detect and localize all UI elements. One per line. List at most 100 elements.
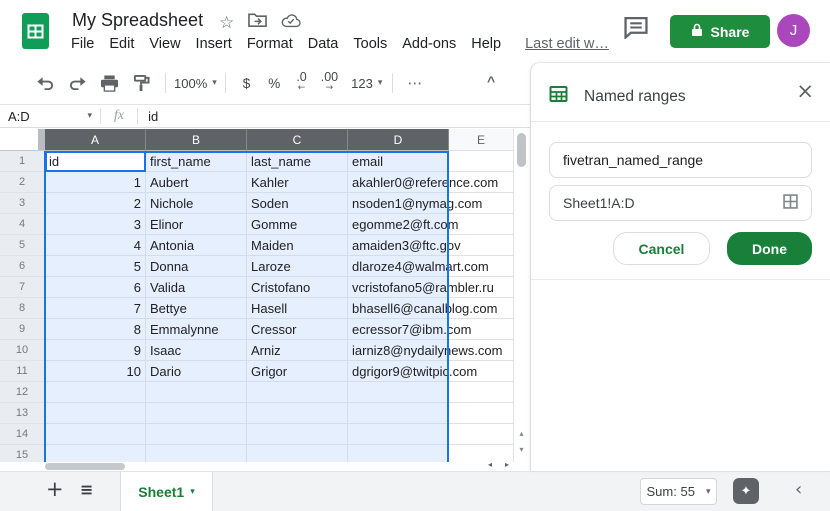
row-header-1[interactable]: 1 [0, 151, 45, 172]
row-header-2[interactable]: 2 [0, 172, 45, 193]
row-header-3[interactable]: 3 [0, 193, 45, 214]
range-ref-input[interactable]: Sheet1!A:D [549, 185, 812, 221]
cell-D11[interactable]: dgrigor9@twitpic.com [348, 361, 449, 382]
cell-C12[interactable] [247, 382, 348, 403]
zoom-select[interactable]: 100% ▾ [174, 76, 217, 91]
cell-E4[interactable] [449, 214, 514, 235]
cell-D2[interactable]: akahler0@reference.com [348, 172, 449, 193]
cell-E12[interactable] [449, 382, 514, 403]
column-header-D[interactable]: D [348, 129, 449, 151]
format-currency-button[interactable]: $ [243, 76, 251, 91]
cell-C9[interactable]: Cressor [247, 319, 348, 340]
last-edit-link[interactable]: Last edit w… [525, 36, 609, 52]
range-name-input[interactable]: fivetran_named_range [549, 142, 812, 178]
column-header-E[interactable]: E [449, 129, 514, 151]
format-percent-button[interactable]: % [268, 76, 280, 91]
row-header-12[interactable]: 12 [0, 382, 45, 403]
cell-C11[interactable]: Grigor [247, 361, 348, 382]
select-data-range-icon[interactable] [783, 194, 798, 212]
row-header-6[interactable]: 6 [0, 256, 45, 277]
decrease-decimal-button[interactable]: .0 ← [296, 72, 306, 94]
explore-button[interactable]: ✦ [733, 478, 759, 504]
cell-A3[interactable]: 2 [45, 193, 146, 214]
cell-D9[interactable]: ecressor7@ibm.com [348, 319, 449, 340]
done-button[interactable]: Done [727, 232, 812, 265]
horizontal-scrollbar[interactable]: ◂ ▸ [0, 462, 530, 471]
formula-input[interactable]: id [138, 109, 158, 124]
cell-A11[interactable]: 10 [45, 361, 146, 382]
menu-edit[interactable]: Edit [109, 36, 134, 52]
row-header-11[interactable]: 11 [0, 361, 45, 382]
scroll-up-icon[interactable]: ▴ [514, 429, 529, 438]
scroll-down-icon[interactable]: ▾ [514, 445, 529, 454]
sheet-tab[interactable]: Sheet1 ▾ [120, 472, 213, 511]
row-header-5[interactable]: 5 [0, 235, 45, 256]
more-formats-button[interactable]: 123 ▾ [351, 76, 382, 91]
cell-C4[interactable]: Gomme [247, 214, 348, 235]
cell-D13[interactable] [348, 403, 449, 424]
cell-D3[interactable]: nsoden1@nymag.com [348, 193, 449, 214]
cell-D6[interactable]: dlaroze4@walmart.com [348, 256, 449, 277]
horizontal-scrollbar-thumb[interactable] [45, 463, 125, 470]
cell-A6[interactable]: 5 [45, 256, 146, 277]
cell-B10[interactable]: Isaac [146, 340, 247, 361]
cell-C3[interactable]: Soden [247, 193, 348, 214]
share-button[interactable]: Share [670, 15, 770, 48]
cell-A9[interactable]: 8 [45, 319, 146, 340]
cell-A1[interactable]: id [45, 151, 146, 172]
cloud-saved-icon[interactable] [281, 13, 301, 33]
column-header-B[interactable]: B [146, 129, 247, 151]
cell-B11[interactable]: Dario [146, 361, 247, 382]
increase-decimal-button[interactable]: .00 → [321, 72, 338, 94]
cell-D4[interactable]: egomme2@ft.com [348, 214, 449, 235]
menu-data[interactable]: Data [308, 36, 339, 52]
select-all-corner[interactable] [0, 129, 45, 151]
row-header-10[interactable]: 10 [0, 340, 45, 361]
paint-format-button[interactable] [129, 71, 153, 95]
cell-C15[interactable] [247, 445, 348, 462]
row-header-13[interactable]: 13 [0, 403, 45, 424]
column-header-C[interactable]: C [247, 129, 348, 151]
menu-tools[interactable]: Tools [353, 36, 387, 52]
all-sheets-menu-button[interactable]: ≡ [80, 480, 93, 499]
cell-A5[interactable]: 4 [45, 235, 146, 256]
cell-C8[interactable]: Hasell [247, 298, 348, 319]
vertical-scrollbar-thumb[interactable] [517, 133, 526, 167]
menu-help[interactable]: Help [471, 36, 501, 52]
cell-E14[interactable] [449, 424, 514, 445]
scroll-right-icon[interactable]: ▸ [505, 460, 509, 469]
cell-A14[interactable] [45, 424, 146, 445]
cell-C14[interactable] [247, 424, 348, 445]
cell-A10[interactable]: 9 [45, 340, 146, 361]
document-title[interactable]: My Spreadsheet [72, 10, 203, 31]
cell-B7[interactable]: Valida [146, 277, 247, 298]
cell-B13[interactable] [146, 403, 247, 424]
menu-view[interactable]: View [149, 36, 180, 52]
cell-D7[interactable]: vcristofano5@rambler.ru [348, 277, 449, 298]
cell-B8[interactable]: Bettye [146, 298, 247, 319]
cell-D15[interactable] [348, 445, 449, 462]
add-sheet-button[interactable]: + [46, 477, 64, 501]
vertical-scrollbar[interactable]: ▴ ▾ [513, 129, 530, 462]
cell-B6[interactable]: Donna [146, 256, 247, 277]
cell-D14[interactable] [348, 424, 449, 445]
cell-D5[interactable]: amaiden3@ftc.gov [348, 235, 449, 256]
row-header-15[interactable]: 15 [0, 445, 45, 462]
move-to-folder-icon[interactable] [248, 12, 267, 33]
row-header-8[interactable]: 8 [0, 298, 45, 319]
cell-E13[interactable] [449, 403, 514, 424]
cell-C10[interactable]: Arniz [247, 340, 348, 361]
cell-B4[interactable]: Elinor [146, 214, 247, 235]
close-panel-icon[interactable]: × [796, 81, 814, 102]
cell-A8[interactable]: 7 [45, 298, 146, 319]
cell-C6[interactable]: Laroze [247, 256, 348, 277]
star-icon[interactable]: ☆ [219, 13, 234, 33]
hide-menus-button[interactable]: ^ [487, 73, 495, 89]
cell-B12[interactable] [146, 382, 247, 403]
collapse-panel-chevron[interactable]: ‹ [795, 479, 802, 500]
toolbar-more-button[interactable]: ⋯ [407, 74, 423, 92]
menu-file[interactable]: File [71, 36, 94, 52]
sum-dropdown[interactable]: Sum: 55 ▾ [640, 478, 717, 505]
cell-A7[interactable]: 6 [45, 277, 146, 298]
cell-C2[interactable]: Kahler [247, 172, 348, 193]
